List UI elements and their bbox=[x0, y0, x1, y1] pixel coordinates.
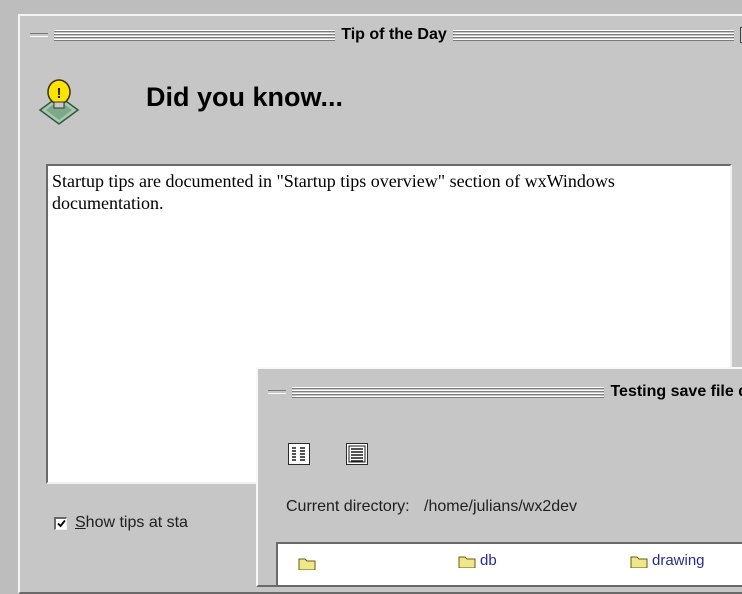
list-item[interactable]: db bbox=[458, 552, 497, 569]
file-name: drawing bbox=[652, 552, 705, 569]
list-view-icon[interactable] bbox=[288, 443, 310, 465]
show-tips-checkbox[interactable] bbox=[54, 516, 67, 530]
folder-icon bbox=[298, 558, 316, 570]
show-tips-label-text: how tips at sta bbox=[85, 514, 188, 531]
tip-window-title: Tip of the Day bbox=[341, 26, 447, 43]
show-tips-label: Show tips at sta bbox=[75, 514, 188, 532]
current-directory-value: /home/julians/wx2dev bbox=[424, 498, 578, 515]
save-file-dialog: Testing save file d Current directory: /… bbox=[256, 367, 742, 587]
folder-icon bbox=[630, 556, 648, 568]
titlebar-grooves bbox=[452, 29, 734, 41]
detail-view-glyph bbox=[348, 445, 366, 463]
list-view-glyph bbox=[291, 446, 307, 462]
window-menu-button[interactable] bbox=[30, 33, 48, 37]
file-list[interactable]: db drawing bbox=[276, 542, 742, 585]
tip-text: Startup tips are documented in "Startup … bbox=[52, 171, 615, 213]
file-window-titlebar[interactable]: Testing save file d bbox=[258, 377, 742, 407]
current-directory-label: Current directory: bbox=[286, 498, 410, 515]
tip-heading: Did you know... bbox=[146, 82, 344, 112]
list-item[interactable] bbox=[298, 556, 316, 570]
tip-window-titlebar[interactable]: Tip of the Day bbox=[20, 20, 742, 50]
lightbulb-icon: ! bbox=[38, 79, 80, 125]
detail-view-icon[interactable] bbox=[346, 443, 368, 465]
titlebar-grooves bbox=[292, 386, 605, 398]
checkmark-icon bbox=[56, 519, 66, 528]
titlebar-grooves bbox=[54, 29, 336, 41]
current-directory-row: Current directory: /home/julians/wx2dev bbox=[286, 498, 577, 516]
file-name: db bbox=[480, 552, 497, 569]
window-menu-button[interactable] bbox=[268, 390, 286, 394]
list-item[interactable]: drawing bbox=[630, 552, 705, 569]
file-window-title: Testing save file d bbox=[610, 383, 742, 400]
svg-text:!: ! bbox=[57, 85, 62, 102]
folder-icon bbox=[458, 556, 476, 568]
show-tips-checkbox-row[interactable]: Show tips at sta bbox=[54, 514, 188, 532]
show-tips-mnemonic: S bbox=[75, 514, 86, 531]
